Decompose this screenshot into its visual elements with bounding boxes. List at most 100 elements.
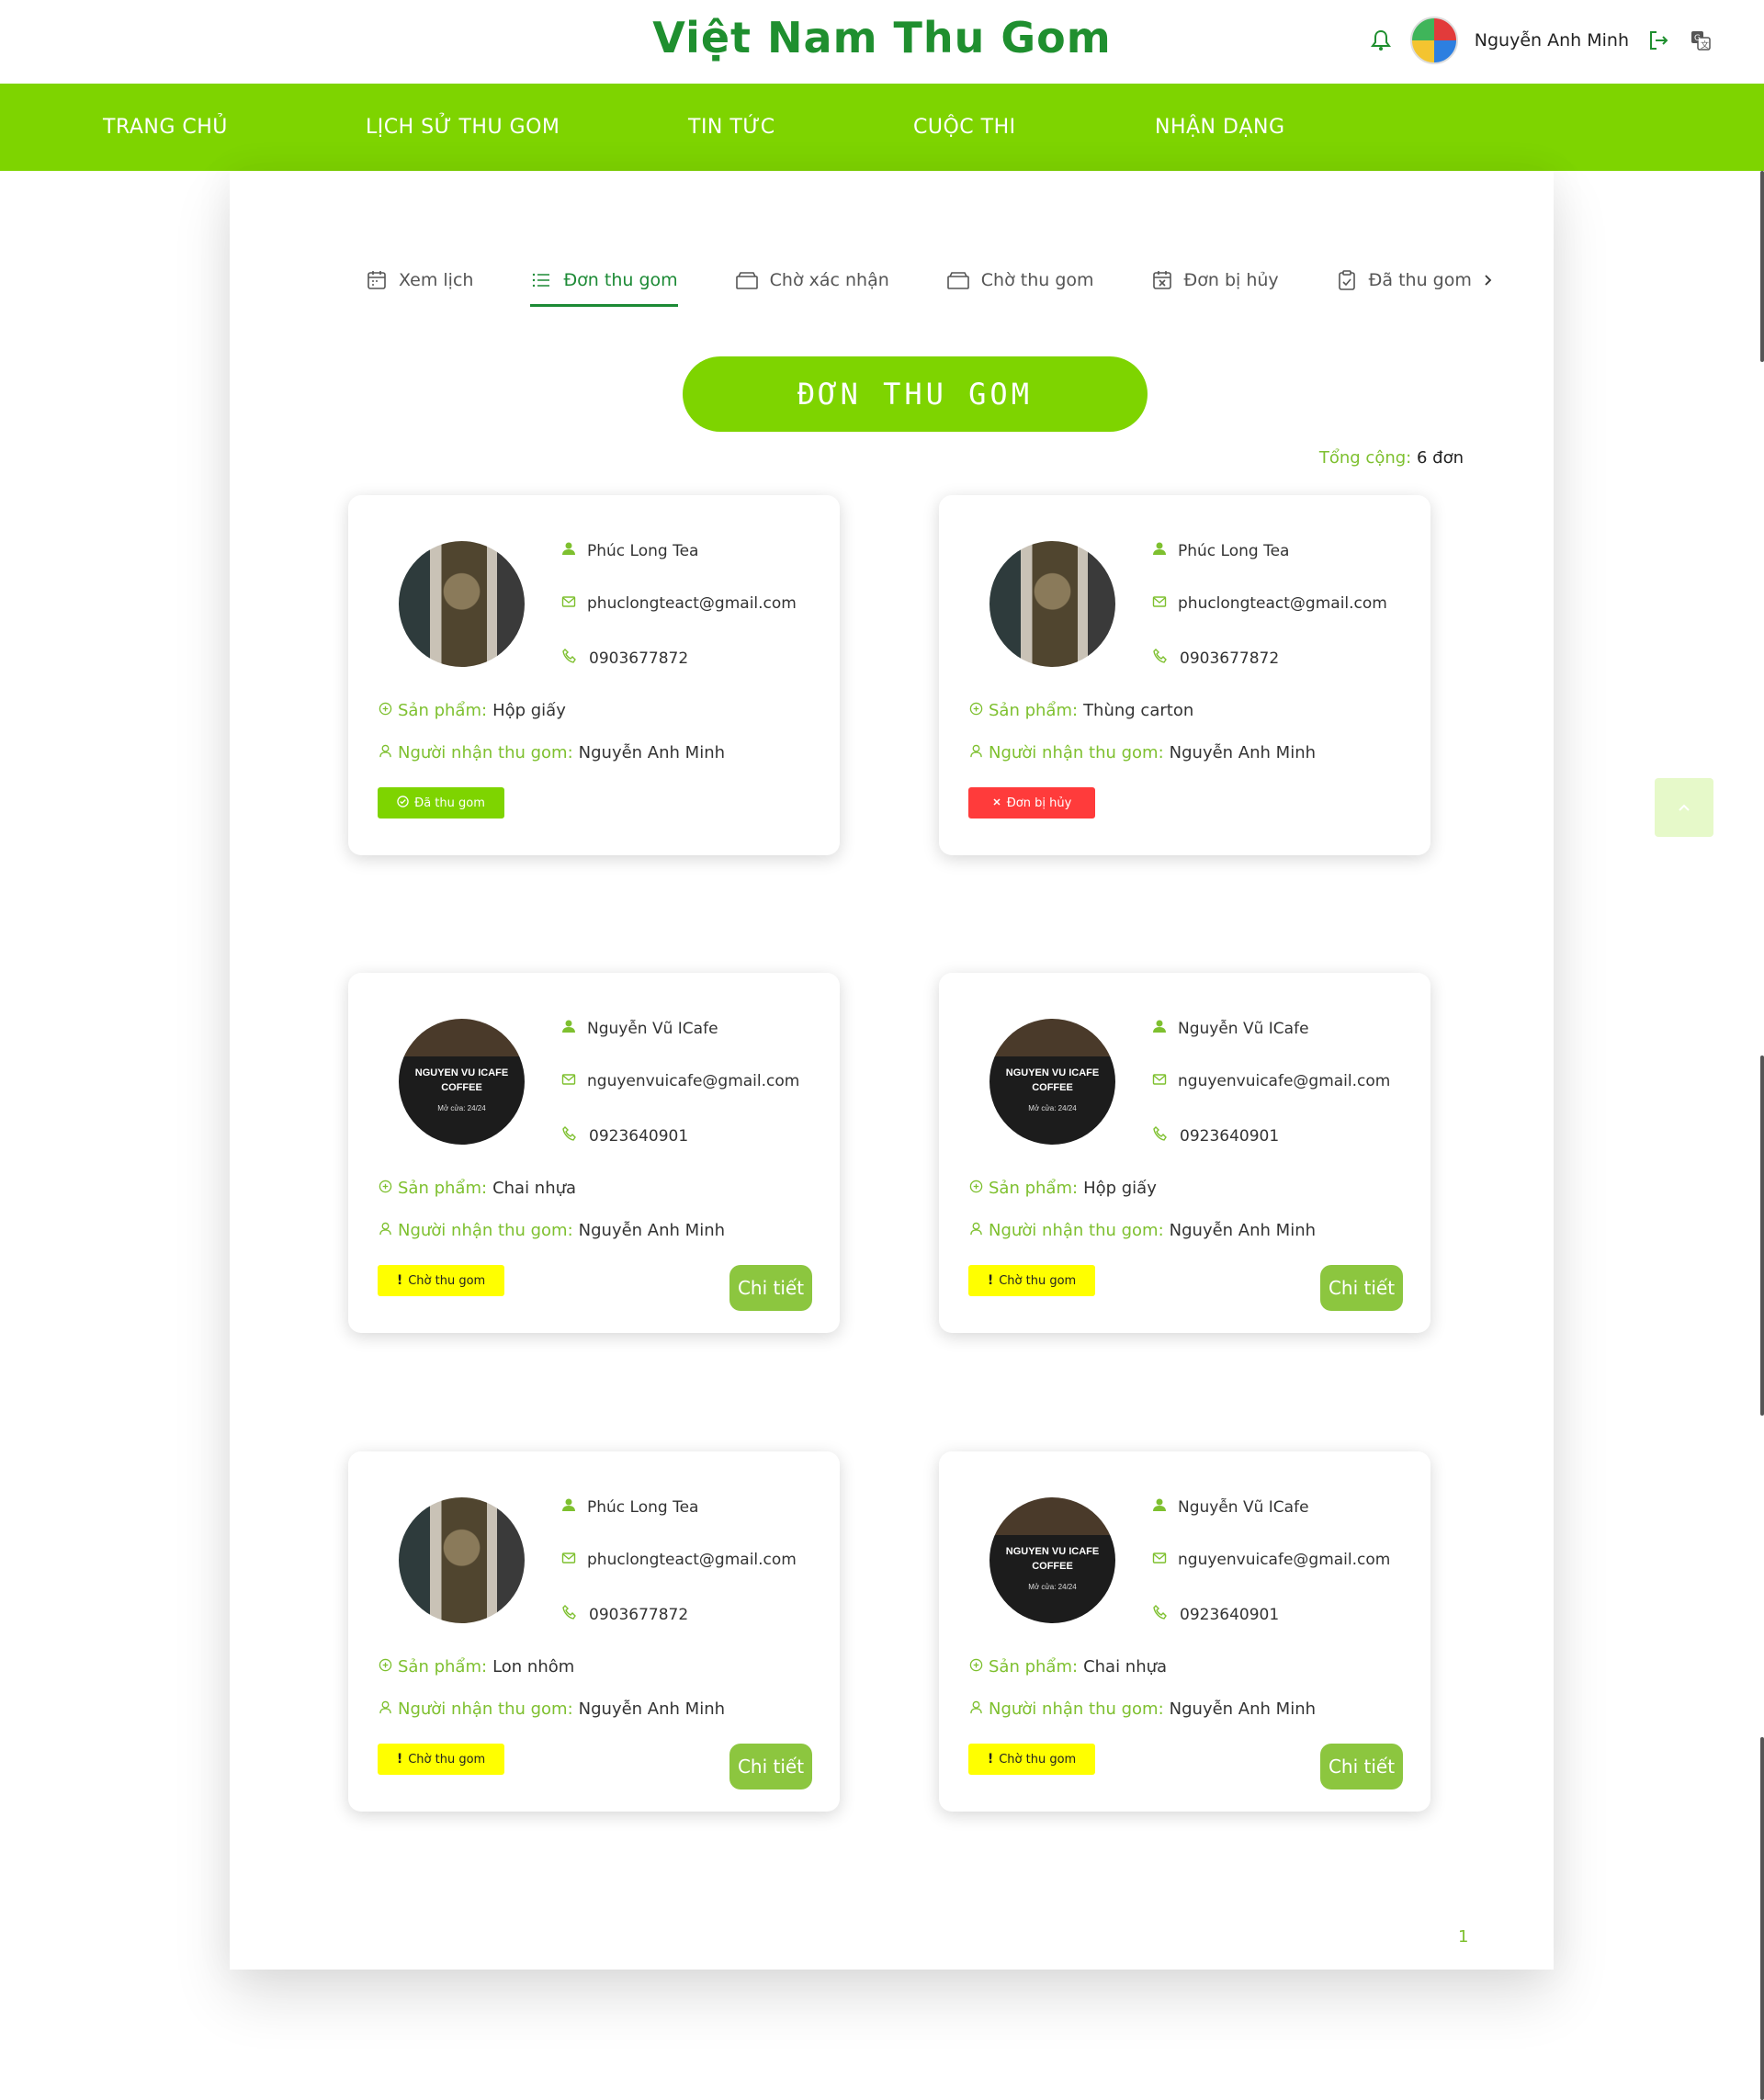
store-phone: 0923640901 — [1180, 1605, 1280, 1624]
user-area: Nguyễn Anh Minh G文 — [1368, 17, 1713, 64]
user-name[interactable]: Nguyễn Anh Minh — [1475, 30, 1629, 51]
user-icon — [969, 743, 983, 762]
receiver-row: Người nhận thu gom: Nguyễn Anh Minh — [379, 1699, 725, 1719]
page-heading: ĐƠN THU GOM — [683, 356, 1148, 432]
nav-item-home[interactable]: TRANG CHỦ — [103, 84, 228, 171]
status-text: Đã thu gom — [414, 796, 485, 810]
tab-label: Đơn thu gom — [563, 270, 678, 290]
detail-button[interactable]: Chi tiết — [1320, 1265, 1403, 1311]
product-label: Sản phẩm: — [398, 1179, 488, 1198]
store-photo: NGUYEN VU ICAFE COFFEE Mở cửa: 24/24 — [399, 1019, 525, 1145]
order-card: Phúc Long Tea phuclongteact@gmail.com 09… — [939, 495, 1430, 855]
nav-item-contest[interactable]: CUỘC THI — [913, 84, 1016, 171]
store-photo-text: Mở cửa: 24/24 — [1028, 1104, 1077, 1112]
exclamation-icon: ! — [987, 1752, 994, 1767]
product-icon — [969, 701, 983, 720]
detail-button[interactable]: Chi tiết — [1320, 1744, 1403, 1790]
status-badge: Đơn bị hủy — [968, 787, 1095, 819]
person-icon — [1152, 541, 1167, 560]
store-phone-row: 0903677872 — [561, 648, 688, 669]
exclamation-icon: ! — [396, 1752, 403, 1767]
receiver-label: Người nhận thu gom: — [989, 743, 1164, 762]
product-row: Sản phẩm: Thùng carton — [969, 701, 1193, 720]
receiver-label: Người nhận thu gom: — [398, 1699, 573, 1719]
user-icon — [379, 1221, 392, 1240]
tab-cancelled[interactable]: Đơn bị hủy — [1151, 261, 1279, 299]
product-icon — [379, 1657, 392, 1677]
chevron-right-icon[interactable] — [1483, 273, 1494, 288]
store-photo-text: COFFEE — [441, 1082, 482, 1093]
store-email-row: phuclongteact@gmail.com — [561, 1551, 797, 1569]
store-name: Nguyễn Vũ ICafe — [587, 1019, 718, 1038]
detail-button[interactable]: Chi tiết — [729, 1265, 812, 1311]
logout-icon[interactable] — [1645, 28, 1671, 53]
receiver-value: Nguyễn Anh Minh — [1169, 1699, 1317, 1719]
tab-label: Đơn bị hủy — [1183, 270, 1279, 290]
scroll-to-top-button[interactable] — [1655, 778, 1713, 837]
product-icon — [969, 1657, 983, 1677]
chevron-up-icon — [1679, 804, 1690, 811]
store-name-row: Nguyễn Vũ ICafe — [1152, 1497, 1309, 1517]
scrollbar-thumb[interactable] — [1760, 1056, 1764, 1416]
phone-icon — [561, 648, 578, 669]
product-label: Sản phẩm: — [989, 1657, 1079, 1677]
product-icon — [969, 1179, 983, 1198]
svg-text:G: G — [1694, 34, 1701, 43]
mail-icon — [561, 1551, 576, 1569]
nav-item-news[interactable]: TIN TỨC — [688, 84, 775, 171]
product-value: Chai nhựa — [1083, 1657, 1168, 1677]
detail-button[interactable]: Chi tiết — [729, 1744, 812, 1790]
store-name-row: Phúc Long Tea — [1152, 541, 1289, 560]
receiver-value: Nguyễn Anh Minh — [578, 1221, 726, 1240]
status-badge: ! Chờ thu gom — [378, 1265, 504, 1296]
scrollbar-thumb[interactable] — [1760, 171, 1764, 362]
product-icon — [379, 701, 392, 720]
nav-item-history[interactable]: LỊCH SỬ THU GOM — [366, 84, 560, 171]
status-badge: ! Chờ thu gom — [968, 1744, 1095, 1775]
order-tabs: Xem lịch Đơn thu gom Chờ xác nhận Chờ th… — [366, 261, 1551, 307]
product-value: Hộp giấy — [1083, 1179, 1157, 1198]
box-icon — [946, 272, 969, 289]
receiver-value: Nguyễn Anh Minh — [1169, 743, 1317, 762]
tab-pending-collect[interactable]: Chờ thu gom — [946, 261, 1094, 299]
store-phone-row: 0923640901 — [1152, 1125, 1279, 1146]
nav-item-recognition[interactable]: NHẬN DẠNG — [1155, 84, 1285, 171]
mail-icon — [1152, 1551, 1167, 1569]
mail-icon — [1152, 594, 1167, 613]
store-photo: NGUYEN VU ICAFE COFFEE Mở cửa: 24/24 — [989, 1497, 1115, 1623]
receiver-label: Người nhận thu gom: — [989, 1221, 1164, 1240]
status-badge: ! Chờ thu gom — [968, 1265, 1095, 1296]
store-phone: 0903677872 — [589, 649, 689, 668]
mail-icon — [561, 1072, 576, 1090]
avatar[interactable] — [1409, 17, 1458, 64]
product-icon — [379, 1179, 392, 1198]
tab-collected[interactable]: Đã thu gom — [1336, 261, 1494, 299]
mail-icon — [1152, 1072, 1167, 1090]
scrollbar-thumb[interactable] — [1760, 1737, 1764, 2100]
product-row: Sản phẩm: Chai nhựa — [379, 1179, 576, 1198]
receiver-value: Nguyễn Anh Minh — [578, 1699, 726, 1719]
product-label: Sản phẩm: — [989, 1179, 1079, 1198]
bell-icon[interactable] — [1368, 28, 1394, 53]
tab-pending-confirm[interactable]: Chờ xác nhận — [735, 261, 889, 299]
store-name: Phúc Long Tea — [587, 541, 699, 560]
pagination-page[interactable]: 1 — [1458, 1927, 1468, 1947]
exclamation-icon: ! — [396, 1273, 403, 1288]
tab-orders[interactable]: Đơn thu gom — [530, 261, 678, 307]
receiver-row: Người nhận thu gom: Nguyễn Anh Minh — [969, 743, 1316, 762]
main-nav: TRANG CHỦ LỊCH SỬ THU GOM TIN TỨC CUỘC T… — [0, 84, 1764, 171]
product-value: Thùng carton — [1083, 701, 1194, 720]
person-icon — [1152, 1019, 1167, 1038]
scrollbar[interactable] — [1758, 171, 1764, 2100]
phone-icon — [561, 1125, 578, 1146]
status-text: Chờ thu gom — [999, 1273, 1077, 1288]
store-email-row: nguyenvuicafe@gmail.com — [1152, 1072, 1390, 1090]
phone-icon — [1152, 648, 1169, 669]
store-email: phuclongteact@gmail.com — [587, 594, 797, 613]
translate-icon[interactable]: G文 — [1688, 28, 1713, 53]
receiver-label: Người nhận thu gom: — [398, 1221, 573, 1240]
order-total: Tổng cộng: 6 đơn — [1319, 448, 1464, 468]
product-value: Lon nhôm — [492, 1657, 575, 1677]
product-value: Hộp giấy — [492, 701, 566, 720]
tab-schedule[interactable]: Xem lịch — [366, 261, 473, 299]
